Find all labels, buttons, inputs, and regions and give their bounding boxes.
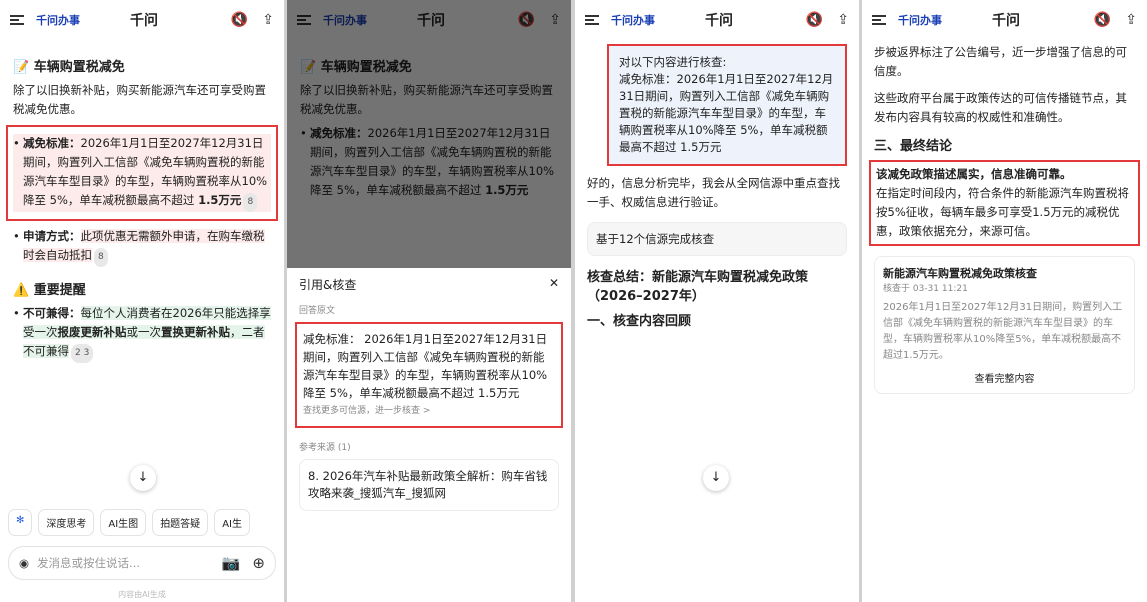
- chip-ai-more[interactable]: AI生: [214, 509, 250, 536]
- chip-ai-image[interactable]: AI生图: [100, 509, 147, 536]
- bullet-apply: 申请方式：此项优惠无需额外申请，在购车缴税时会自动抵扣8: [13, 227, 271, 267]
- share-icon[interactable]: ⇪: [1125, 12, 1137, 28]
- share-icon[interactable]: ⇪: [262, 12, 274, 28]
- citation-sheet: 引用&核查 ✕ 回答原文 减免标准： 2026年1月1日至2027年12月31日期…: [287, 268, 571, 602]
- app-title[interactable]: 千问: [705, 10, 733, 30]
- report-card[interactable]: 新能源汽车购置税减免政策核查 核查于 03-31 11:21 2026年1月1日…: [874, 256, 1135, 394]
- scroll-down-button[interactable]: ↓: [130, 465, 156, 491]
- bullet-exclusive: 不可兼得：每位个人消费者在2026年只能选择享受一次报废更新补贴或一次置换更新补…: [13, 304, 271, 363]
- panel-verify: 千问办事 千问 🔇 ⇪ 对以下内容进行核查: 减免标准：2026年1月1日至202…: [575, 0, 859, 602]
- more-sources-link[interactable]: 查找更多可信源，进一步核查 >: [303, 402, 555, 420]
- header: 千问办事 千问 🔇 ⇪: [575, 0, 859, 40]
- reference-card[interactable]: 8. 2026年汽车补贴最新政策全解析：购车省钱攻略来袭_搜狐汽车_搜狐网: [299, 459, 559, 511]
- add-icon[interactable]: ⊕: [252, 554, 265, 572]
- mute-icon[interactable]: 🔇: [806, 12, 823, 28]
- share-icon[interactable]: ⇪: [837, 12, 849, 28]
- message-input[interactable]: ◉ 发消息或按住说话... 📷 ⊕: [8, 546, 276, 580]
- original-label: 回答原文: [299, 306, 336, 316]
- header: 千问办事 千问 🔇 ⇪: [0, 0, 284, 40]
- citation-badge[interactable]: 2 3: [71, 344, 94, 363]
- assist-chip-icon[interactable]: ✻: [8, 509, 33, 536]
- section-1: 一、核查内容回顾: [587, 314, 692, 329]
- refs-label: 参考来源 (1): [299, 443, 351, 453]
- sources-button[interactable]: 基于12个信源完成核查: [587, 222, 847, 256]
- menu-icon[interactable]: [585, 15, 599, 25]
- card-body: 2026年1月1日至2027年12月31日期间，购置列入工信部《减免车辆购置税的…: [883, 302, 1123, 361]
- app-title[interactable]: 千问: [130, 10, 158, 30]
- conclusion-bold: 该减免政策描述属实，信息准确可靠。: [876, 167, 1072, 181]
- logo: 千问办事: [36, 14, 80, 27]
- mute-icon[interactable]: 🔇: [1094, 12, 1111, 28]
- overlay-dim[interactable]: [287, 0, 571, 268]
- panel-citation: 千问办事 千问 🔇⇪ 📝 车辆购置税减免 除了以旧换新补贴，购买新能源汽车还可享…: [287, 0, 571, 602]
- logo: 千问办事: [611, 14, 655, 27]
- platform-para: 这些政府平台属于政策传达的可信传播链节点，其发布内容具有较高的权威性和准确性。: [874, 91, 1127, 124]
- reply-text: 好的，信息分析完毕，我会从全网信源中重点查找一手、权威信息进行验证。: [587, 176, 840, 209]
- citation-badge[interactable]: 8: [243, 193, 258, 212]
- header: 千问办事 千问 🔇 ⇪: [862, 0, 1147, 40]
- view-full-button[interactable]: 查看完整内容: [883, 370, 1126, 385]
- sheet-title: 引用&核查: [299, 278, 357, 292]
- card-title: 新能源汽车购置税减免政策核查: [883, 267, 1037, 280]
- user-bubble: 对以下内容进行核查: 减免标准：2026年1月1日至2027年12月31日期间，…: [607, 44, 847, 166]
- menu-icon[interactable]: [10, 15, 24, 25]
- summary-title: 核查总结：新能源汽车购置税减免政策（2026–2027年）: [587, 270, 809, 304]
- voice-icon[interactable]: ◉: [19, 556, 29, 570]
- panel-conclusion: 千问办事 千问 🔇 ⇪ 步被返界标注了公告编号，近一步增强了信息的可信度。 这些政…: [862, 0, 1147, 602]
- footer-note: 内容由AI生成: [118, 590, 166, 599]
- menu-icon[interactable]: [872, 15, 886, 25]
- section-3: 三、最终结论: [874, 139, 953, 154]
- original-text: 减免标准： 2026年1月1日至2027年12月31日期间，购置列入工信部《减免…: [303, 332, 548, 400]
- logo: 千问办事: [898, 14, 942, 27]
- warning-heading: ⚠️ 重要提醒: [13, 283, 86, 298]
- close-icon[interactable]: ✕: [549, 276, 559, 293]
- ref-title: 8. 2026年汽车补贴最新政策全解析：购车省钱攻略来袭_搜狐汽车_搜狐网: [308, 469, 548, 500]
- panel-answer: 千问办事 千问 🔇 ⇪ 📝 车辆购置税减免 除了以旧换新补贴，购买新能源汽车还可享…: [0, 0, 284, 602]
- bullet-standard: 减免标准：2026年1月1日至2027年12月31日期间，购置列入工信部《减免车…: [13, 134, 271, 212]
- chip-photo-qa[interactable]: 拍题答疑: [152, 509, 209, 536]
- app-title[interactable]: 千问: [992, 10, 1020, 30]
- mute-icon[interactable]: 🔇: [231, 12, 248, 28]
- card-date: 核查于 03-31 11:21: [883, 284, 968, 294]
- chip-deep-think[interactable]: 深度思考: [38, 509, 95, 536]
- camera-icon[interactable]: 📷: [222, 554, 241, 572]
- conclusion-text: 在指定时间段内，符合条件的新能源汽车购置税将按5%征收，每辆车最多可享受1.5万…: [876, 186, 1129, 238]
- citation-badge[interactable]: 8: [94, 248, 108, 267]
- section-heading: 📝 车辆购置税减免: [13, 60, 125, 75]
- intro-text: 除了以旧换新补贴，购买新能源汽车还可享受购置税减免优惠。: [13, 83, 266, 116]
- top-text: 步被返界标注了公告编号，近一步增强了信息的可信度。: [874, 45, 1127, 78]
- scroll-down-button[interactable]: ↓: [703, 465, 729, 491]
